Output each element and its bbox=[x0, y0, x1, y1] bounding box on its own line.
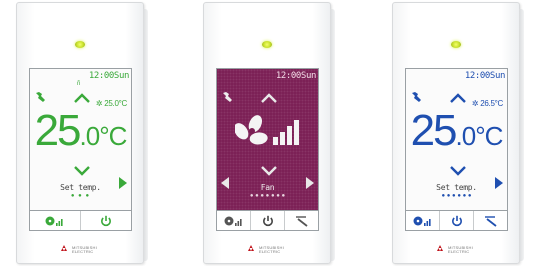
temp-fraction: .0 bbox=[455, 121, 477, 151]
touch-screen[interactable]: 12:00Sun ñ ✲ 25.0°C 25.0°C Set temp. ● ●… bbox=[29, 68, 132, 211]
temperature-display: 25.0°C bbox=[30, 109, 131, 158]
page-dots: ● ● ● ● ● ● ● bbox=[249, 193, 286, 199]
brand-logo: MITSUBISHI ELECTRIC bbox=[435, 245, 473, 254]
button-row bbox=[405, 211, 508, 231]
mode-caption: Fan bbox=[260, 183, 275, 192]
clock-display: 12:00Sun bbox=[464, 71, 506, 81]
setpoint-display: ✲ 25.0°C bbox=[96, 99, 127, 108]
vane-button[interactable] bbox=[285, 211, 318, 230]
touch-screen[interactable]: 12:00Sun Fan ● ● ● ● ● ● ● bbox=[216, 68, 319, 211]
temp-unit: °C bbox=[99, 121, 127, 151]
page-dots: ● ● ● bbox=[70, 193, 91, 199]
brand-line2: ELECTRIC bbox=[259, 248, 281, 254]
page-dots: ● ● ● ● ● ● bbox=[441, 193, 472, 199]
status-led bbox=[451, 41, 461, 48]
setpoint-value: 25.0°C bbox=[104, 99, 127, 108]
brand-logo: MITSUBISHI ELECTRIC bbox=[59, 245, 97, 254]
button-row bbox=[29, 211, 132, 231]
clock-display: 12:00Sun bbox=[88, 71, 130, 81]
mode-caption: Set temp. bbox=[60, 183, 101, 192]
fan-speed-icon bbox=[224, 216, 242, 226]
chevron-up-icon[interactable] bbox=[261, 93, 277, 103]
brand-text: MITSUBISHI ELECTRIC bbox=[448, 245, 473, 254]
power-icon bbox=[101, 215, 111, 226]
lock-indicator: ñ bbox=[77, 81, 81, 87]
chevron-down-icon[interactable] bbox=[261, 166, 277, 176]
setpoint-display: ✲ 26.5°C bbox=[472, 99, 503, 108]
chevron-down-icon[interactable] bbox=[450, 166, 466, 176]
controller-unit-3: 12:00Sun ✲ 26.5°C 25.0°C Set temp. ● ● ●… bbox=[392, 2, 524, 264]
power-button[interactable] bbox=[251, 211, 285, 230]
touch-screen[interactable]: 12:00Sun ✲ 26.5°C 25.0°C Set temp. ● ● ●… bbox=[405, 68, 508, 211]
brand-line2: ELECTRIC bbox=[448, 248, 470, 254]
power-icon bbox=[451, 215, 462, 226]
status-led bbox=[262, 41, 272, 48]
chevron-down-icon[interactable] bbox=[74, 166, 90, 176]
mitsubishi-logo-icon bbox=[248, 245, 254, 251]
fan-speed-large-icon bbox=[235, 115, 299, 145]
clock-display: 12:00Sun bbox=[275, 71, 317, 81]
power-button[interactable] bbox=[81, 211, 131, 230]
status-led bbox=[75, 41, 85, 48]
fan-speed-button[interactable] bbox=[406, 211, 440, 230]
brand-text: MITSUBISHI ELECTRIC bbox=[72, 245, 97, 254]
fan-speed-icon bbox=[413, 216, 431, 226]
brand-line2: ELECTRIC bbox=[72, 248, 94, 254]
vane-icon bbox=[484, 215, 497, 227]
vane-button[interactable] bbox=[474, 211, 507, 230]
mode-caption: Set temp. bbox=[436, 183, 477, 192]
wrench-icon[interactable] bbox=[410, 91, 422, 103]
next-arrow-icon[interactable] bbox=[119, 177, 127, 189]
controller-unit-1: 12:00Sun ñ ✲ 25.0°C 25.0°C Set temp. ● ●… bbox=[16, 2, 148, 264]
wrench-icon[interactable] bbox=[34, 91, 46, 103]
temp-integer: 25 bbox=[34, 106, 82, 155]
next-arrow-icon[interactable] bbox=[306, 177, 314, 189]
cool-mode-icon: ✲ bbox=[471, 99, 479, 108]
vane-icon bbox=[295, 215, 308, 227]
fan-speed-icon bbox=[45, 216, 63, 226]
mitsubishi-logo-icon bbox=[61, 245, 67, 251]
temp-fraction: .0 bbox=[79, 121, 101, 151]
cool-mode-icon: ✲ bbox=[95, 99, 103, 108]
wrench-icon[interactable] bbox=[221, 91, 233, 103]
next-arrow-icon[interactable] bbox=[495, 177, 503, 189]
brand-logo: MITSUBISHI ELECTRIC bbox=[246, 245, 284, 254]
controller-unit-2: 12:00Sun Fan ● ● ● ● ● ● ● MITSUBISHI EL… bbox=[203, 2, 335, 264]
power-icon bbox=[262, 215, 273, 226]
button-row bbox=[216, 211, 319, 231]
chevron-up-icon[interactable] bbox=[74, 93, 90, 103]
temp-integer: 25 bbox=[410, 106, 458, 155]
temperature-display: 25.0°C bbox=[406, 109, 507, 158]
fan-speed-button[interactable] bbox=[30, 211, 81, 230]
power-button[interactable] bbox=[440, 211, 474, 230]
temp-unit: °C bbox=[475, 121, 503, 151]
setpoint-value: 26.5°C bbox=[480, 99, 503, 108]
brand-text: MITSUBISHI ELECTRIC bbox=[259, 245, 284, 254]
fan-speed-button[interactable] bbox=[217, 211, 251, 230]
mitsubishi-logo-icon bbox=[437, 245, 443, 251]
chevron-up-icon[interactable] bbox=[450, 93, 466, 103]
